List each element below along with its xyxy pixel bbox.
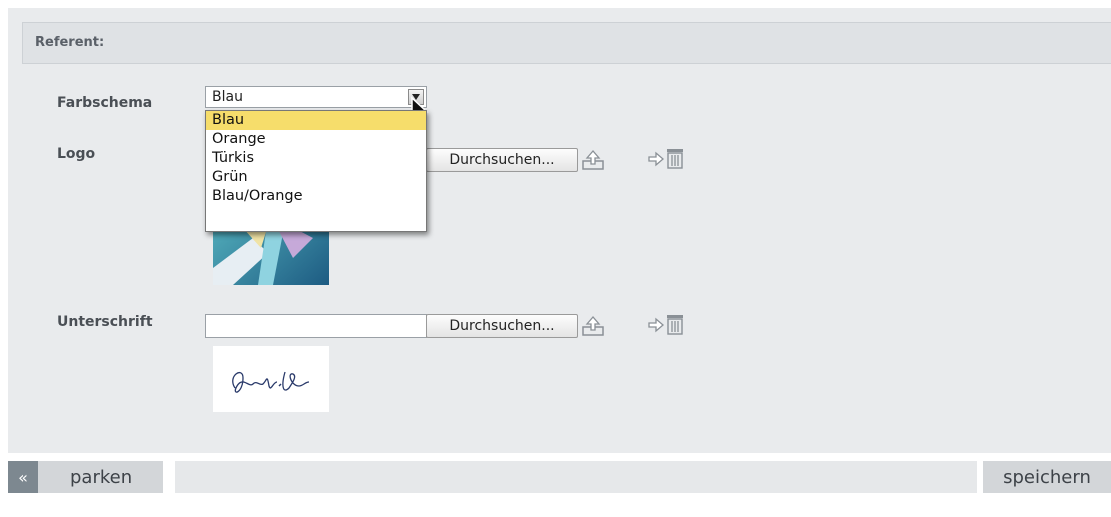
park-button[interactable]: parken: [38, 461, 169, 493]
action-bar: « parken speichern: [8, 461, 1111, 493]
arrow-right-icon[interactable]: [648, 317, 664, 333]
trash-icon[interactable]: [664, 313, 686, 335]
back-button[interactable]: «: [8, 461, 38, 493]
action-bar-spacer: [175, 461, 977, 493]
color-scheme-dropdown-list[interactable]: Blau Orange Türkis Grün Blau/Orange: [205, 110, 427, 232]
signature-label: Unterschrift: [57, 314, 153, 330]
save-button[interactable]: speichern: [983, 461, 1111, 493]
form-panel: Referent:: [8, 8, 1111, 453]
signature-file-input[interactable]: [205, 314, 427, 338]
dropdown-option-gruen[interactable]: Grün: [206, 168, 426, 187]
logo-browse-button[interactable]: Durchsuchen...: [426, 148, 578, 172]
section-title: Referent:: [35, 35, 105, 50]
upload-icon[interactable]: [580, 314, 606, 338]
signature-browse-button[interactable]: Durchsuchen...: [426, 314, 578, 338]
color-scheme-selected-value: Blau: [212, 89, 243, 105]
section-header: Referent:: [22, 22, 1111, 64]
trash-icon[interactable]: [664, 147, 686, 169]
upload-icon[interactable]: [580, 148, 606, 172]
dropdown-option-tuerkis[interactable]: Türkis: [206, 149, 426, 168]
dropdown-option-blau[interactable]: Blau: [206, 111, 426, 130]
dropdown-option-blau-orange[interactable]: Blau/Orange: [206, 187, 426, 206]
arrow-right-icon[interactable]: [648, 151, 664, 167]
dropdown-option-orange[interactable]: Orange: [206, 130, 426, 149]
logo-label: Logo: [57, 146, 96, 162]
color-scheme-select[interactable]: Blau: [205, 86, 427, 108]
color-scheme-label: Farbschema: [57, 95, 153, 111]
signature-preview-image: [213, 346, 329, 412]
